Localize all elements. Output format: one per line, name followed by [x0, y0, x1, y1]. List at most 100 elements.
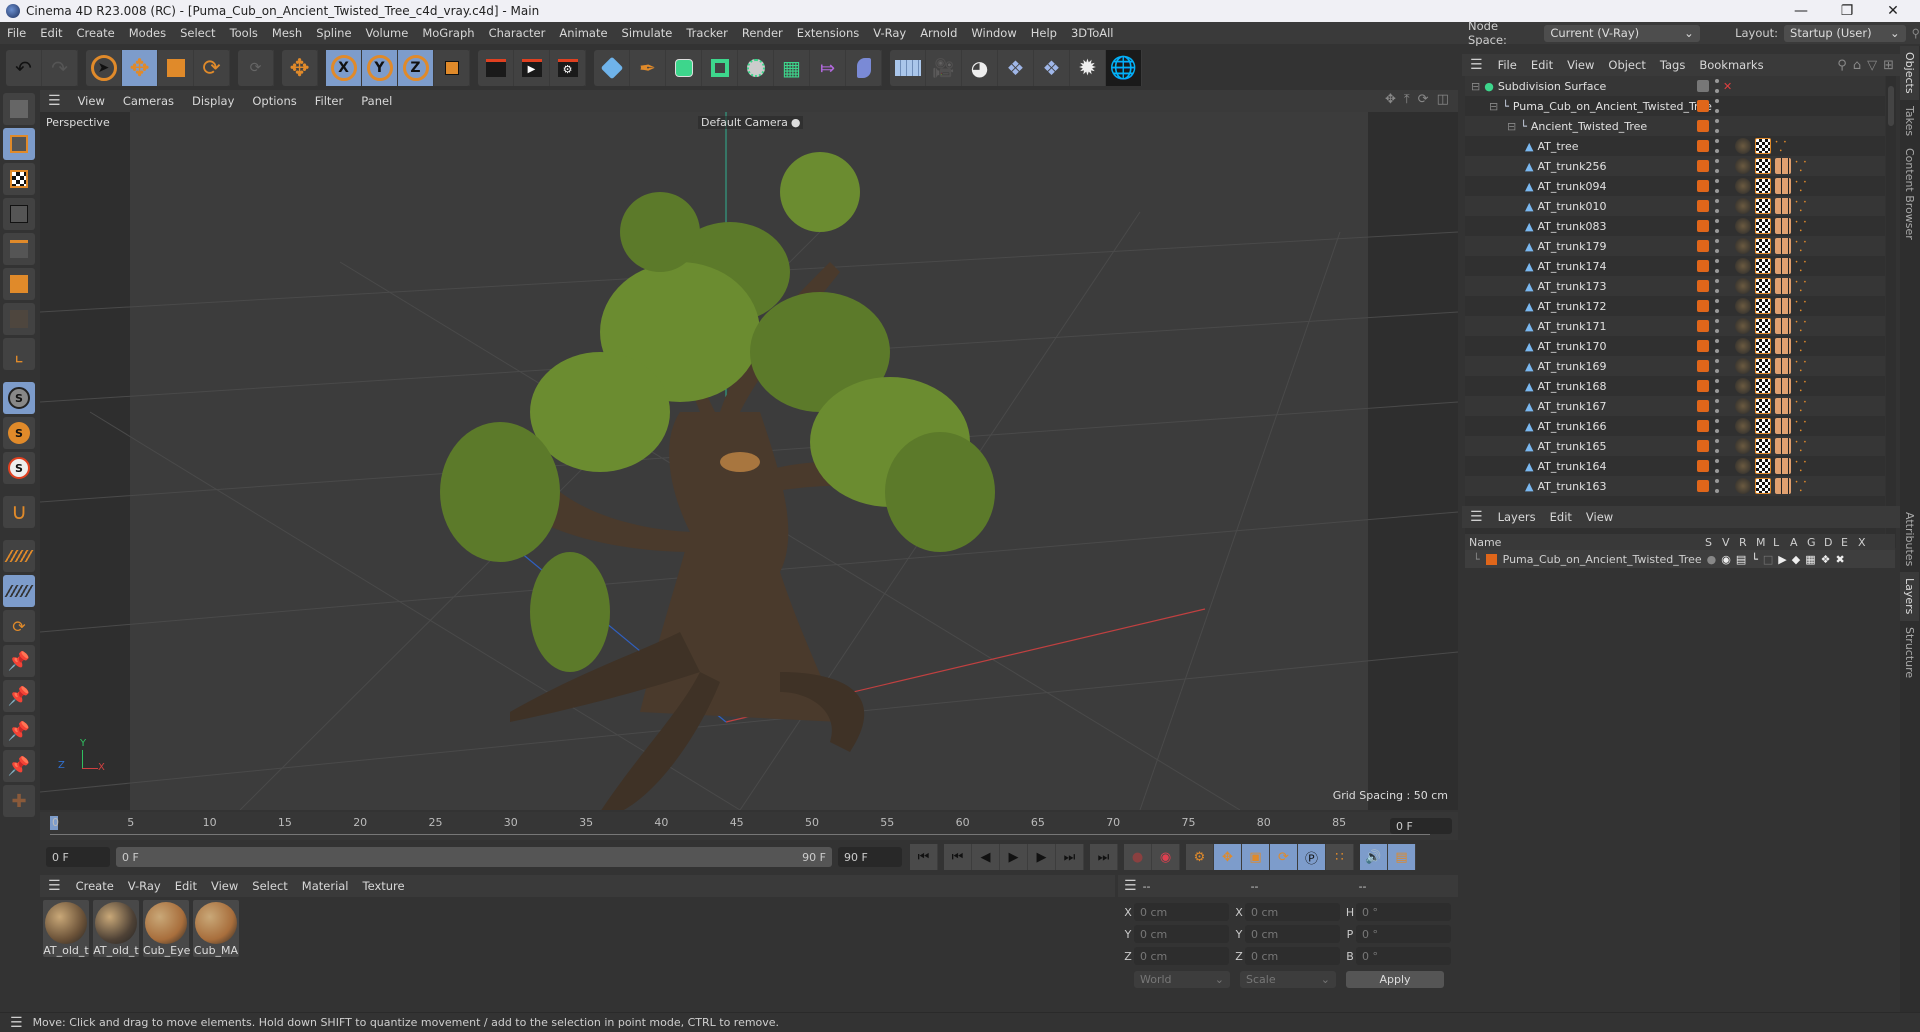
- animation-icon[interactable]: ▶: [1778, 553, 1786, 566]
- material-menu-select[interactable]: Select: [245, 879, 294, 893]
- uvw-tag-icon[interactable]: [1755, 438, 1771, 454]
- material-tag-icon[interactable]: [1735, 198, 1751, 214]
- manager-icon[interactable]: └: [1751, 553, 1758, 566]
- object-tree-scrollbar[interactable]: [1886, 76, 1896, 548]
- lock-workplane-button[interactable]: [3, 575, 35, 607]
- visibility-dots[interactable]: [1715, 339, 1719, 353]
- material-tag-icon[interactable]: [1735, 178, 1751, 194]
- menu-vray[interactable]: V-Ray: [866, 26, 913, 40]
- uvw-tag-icon[interactable]: [1755, 178, 1771, 194]
- next-frame-button[interactable]: ▶: [1028, 844, 1056, 870]
- phong-tag-icon[interactable]: ⸪: [1795, 237, 1806, 256]
- layer-column-m[interactable]: M: [1756, 536, 1773, 549]
- xref-icon[interactable]: ✖: [1836, 553, 1845, 566]
- material-swatch[interactable]: Cub_MA: [193, 900, 239, 957]
- bend-button[interactable]: [846, 50, 882, 86]
- material-tag-icon[interactable]: [1735, 438, 1751, 454]
- subdivision-button[interactable]: [666, 50, 702, 86]
- coord-input-field[interactable]: 0 °: [1356, 925, 1451, 943]
- layer-color-tag[interactable]: [1697, 160, 1709, 172]
- menu-extensions[interactable]: Extensions: [790, 26, 866, 40]
- layer-column-g[interactable]: G: [1807, 536, 1824, 549]
- world-coord-button[interactable]: [434, 50, 470, 86]
- coord-input-field[interactable]: 0 °: [1356, 903, 1451, 921]
- visibility-dots[interactable]: [1715, 299, 1719, 313]
- object-menu-tags[interactable]: Tags: [1653, 58, 1692, 72]
- visibility-dots[interactable]: [1715, 459, 1719, 473]
- object-menu-view[interactable]: View: [1560, 58, 1601, 72]
- layer-color-tag[interactable]: [1697, 200, 1709, 212]
- menu-simulate[interactable]: Simulate: [615, 26, 680, 40]
- layer-color-tag[interactable]: [1697, 260, 1709, 272]
- selection-tag-icon[interactable]: [1775, 418, 1791, 434]
- tree-model[interactable]: [440, 152, 995, 810]
- object-row[interactable]: ▲ AT_trunk171 ⸪: [1465, 316, 1885, 336]
- phong-tag-icon[interactable]: ⸪: [1795, 297, 1806, 316]
- menu-tracker[interactable]: Tracker: [679, 26, 735, 40]
- polygon-mode-button[interactable]: [3, 268, 35, 300]
- make-editable-button[interactable]: [3, 93, 35, 125]
- uvw-tag-icon[interactable]: [1755, 478, 1771, 494]
- viewport-menu-display[interactable]: Display: [183, 94, 243, 108]
- uvw-tag-icon[interactable]: [1755, 358, 1771, 374]
- orbit-icon[interactable]: ⟳: [1418, 92, 1429, 107]
- object-row[interactable]: ⊟ ● Subdivision Surface ✕: [1465, 76, 1885, 96]
- menu-mesh[interactable]: Mesh: [265, 26, 309, 40]
- render-view-button[interactable]: ▶: [514, 50, 550, 86]
- viewport-menu-cameras[interactable]: Cameras: [114, 94, 183, 108]
- paint-add-button[interactable]: ✚: [3, 785, 35, 817]
- phong-tag-icon[interactable]: ⸪: [1795, 377, 1806, 396]
- axis-mode-button[interactable]: ⌞: [3, 338, 35, 370]
- go-to-end-button[interactable]: ⏭: [1090, 844, 1118, 870]
- menu-modes[interactable]: Modes: [122, 26, 173, 40]
- uvw-tag-icon[interactable]: [1755, 418, 1771, 434]
- y-axis-button[interactable]: Y: [362, 50, 398, 86]
- close-button[interactable]: ✕: [1870, 0, 1916, 22]
- filter-icon[interactable]: ▽: [1867, 58, 1877, 73]
- minimize-button[interactable]: —: [1778, 0, 1824, 22]
- workplane-button[interactable]: [3, 540, 35, 572]
- object-row[interactable]: ⊟ └ Puma_Cub_on_Ancient_Twisted_Tree: [1465, 96, 1885, 116]
- material-menu-texture[interactable]: Texture: [356, 879, 412, 893]
- menu-create[interactable]: Create: [70, 26, 122, 40]
- object-row[interactable]: ▲ AT_trunk169 ⸪: [1465, 356, 1885, 376]
- menu-render[interactable]: Render: [735, 26, 790, 40]
- layer-color-tag[interactable]: [1697, 240, 1709, 252]
- side-tab-layers[interactable]: Layers: [1900, 572, 1919, 621]
- side-tab-content-browser[interactable]: Content Browser: [1900, 142, 1919, 246]
- hamburger-icon[interactable]: ☰: [1462, 57, 1491, 73]
- material-menu-view[interactable]: View: [204, 879, 245, 893]
- layer-color-tag[interactable]: [1697, 360, 1709, 372]
- home-icon[interactable]: ⌂: [1853, 58, 1861, 73]
- pin-p-button[interactable]: 📌: [3, 680, 35, 712]
- current-frame-field[interactable]: 0 F: [1390, 818, 1452, 834]
- side-tab-takes[interactable]: Takes: [1900, 100, 1919, 142]
- prev-frame-button[interactable]: ◀: [972, 844, 1000, 870]
- new-window-icon[interactable]: ⊞: [1883, 58, 1894, 73]
- hamburger-icon[interactable]: ☰: [40, 93, 69, 109]
- layer-color-tag[interactable]: [1697, 320, 1709, 332]
- magnet-button[interactable]: ∪: [3, 496, 35, 528]
- key-pla-button[interactable]: ∷: [1326, 844, 1354, 870]
- object-row[interactable]: ▲ AT_trunk179 ⸪: [1465, 236, 1885, 256]
- generator-icon[interactable]: ◆: [1792, 553, 1800, 566]
- end-frame-field[interactable]: 90 F: [838, 847, 902, 867]
- side-tab-objects[interactable]: Objects: [1900, 46, 1919, 100]
- object-row[interactable]: ▲ AT_trunk173 ⸪: [1465, 276, 1885, 296]
- viewport-menu-filter[interactable]: Filter: [306, 94, 352, 108]
- render-region-button[interactable]: [478, 50, 514, 86]
- object-row[interactable]: ▲ AT_trunk172 ⸪: [1465, 296, 1885, 316]
- side-tab-structure[interactable]: Structure: [1900, 621, 1919, 684]
- layer-menu-edit[interactable]: Edit: [1543, 510, 1579, 524]
- object-menu-file[interactable]: File: [1491, 58, 1524, 72]
- dolly-icon[interactable]: ⤒: [1404, 92, 1410, 107]
- settings-button[interactable]: ✹: [1070, 50, 1106, 86]
- coord-input-field[interactable]: 0 cm: [1245, 903, 1340, 921]
- object-row[interactable]: ▲ AT_trunk256 ⸪: [1465, 156, 1885, 176]
- viewport-menu-panel[interactable]: Panel: [352, 94, 401, 108]
- editable-toggle-icon[interactable]: [1697, 80, 1709, 92]
- light-button[interactable]: ◕: [962, 50, 998, 86]
- hamburger-icon[interactable]: ☰: [40, 878, 69, 894]
- visibility-dots[interactable]: [1715, 419, 1719, 433]
- undo-button[interactable]: ↶: [6, 50, 42, 86]
